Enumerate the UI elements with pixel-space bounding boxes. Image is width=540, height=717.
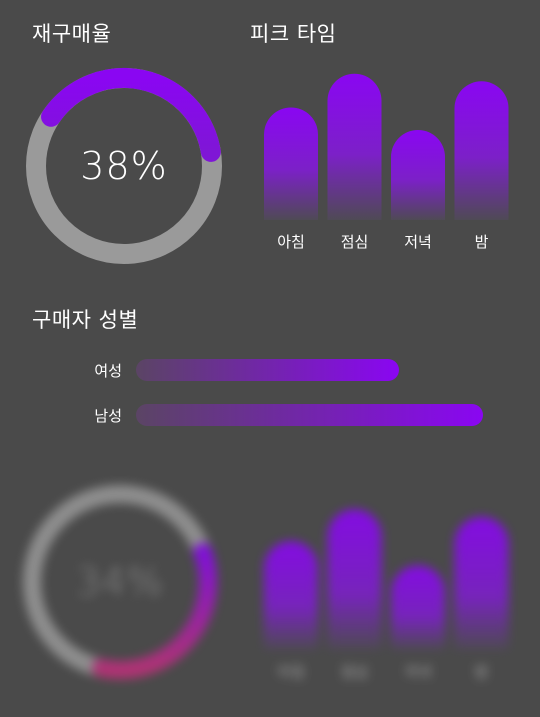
blurred-bar-1: [327, 509, 382, 650]
peak-bar-label-2: 저녁: [404, 233, 432, 251]
blurred-donut-percent-label: 34%: [76, 560, 164, 604]
gender-label-male: 남성: [94, 406, 122, 425]
blurred-bar-chart: 아침 점심 저녁 밤: [250, 490, 520, 690]
blurred-bar-label-2: 저녁: [404, 663, 432, 681]
donut-percent-label: 38%: [80, 144, 168, 188]
peak-bar-label-0: 아침: [277, 233, 305, 251]
peak-bar-2: [391, 130, 445, 220]
blurred-bar-label-3: 밤: [475, 663, 489, 681]
gender-row-female: 여성: [60, 358, 486, 382]
blurred-bar-label-0: 아침: [277, 663, 305, 681]
blurred-bar-2: [391, 565, 445, 650]
gender-bar-female: [136, 359, 399, 381]
gender-bar-male: [136, 404, 483, 426]
buyer-gender-title: 구매자 성별: [32, 308, 139, 332]
peak-time-title: 피크 타임: [250, 22, 337, 46]
blurred-donut-chart: 34%: [14, 476, 226, 688]
gender-row-male: 남성: [60, 403, 486, 427]
peak-time-bar-chart: 아침 점심 저녁 밤: [250, 60, 520, 260]
peak-bar-0: [264, 107, 318, 220]
peak-bar-label-3: 밤: [475, 233, 489, 251]
peak-bar-1: [327, 73, 382, 220]
blurred-bar-0: [264, 541, 318, 650]
blurred-bar-3: [454, 516, 509, 650]
repurchase-rate-title: 재구매율: [32, 22, 112, 46]
peak-bar-label-1: 점심: [341, 233, 369, 251]
blurred-bar-label-1: 점심: [341, 663, 369, 681]
repurchase-donut-chart: 38%: [18, 60, 230, 272]
peak-bar-3: [454, 81, 509, 220]
gender-label-female: 여성: [94, 361, 122, 380]
